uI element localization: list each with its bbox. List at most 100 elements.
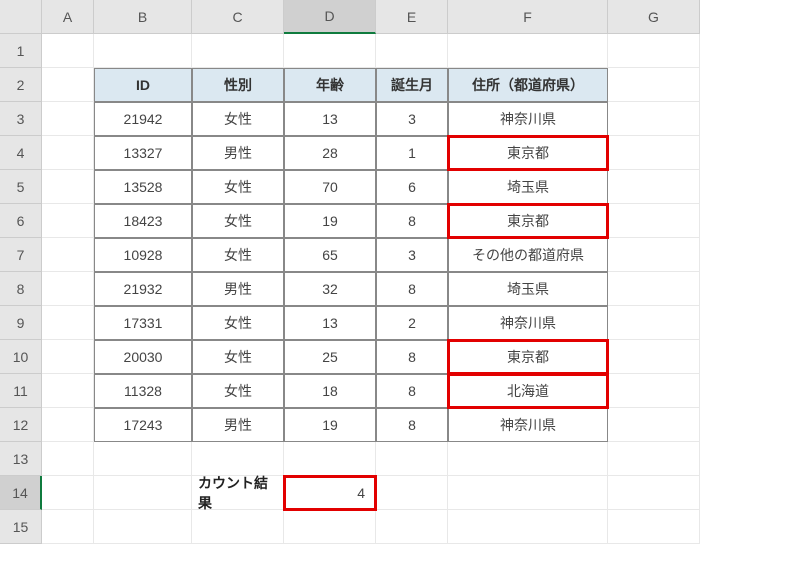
cell-month[interactable]: 8 [376,204,448,238]
col-header-D[interactable]: D [284,0,376,34]
cell-age[interactable]: 18 [284,374,376,408]
cell-address[interactable]: その他の都道府県 [448,238,608,272]
cell-address[interactable]: 神奈川県 [448,408,608,442]
col-header-C[interactable]: C [192,0,284,34]
cell-empty[interactable] [376,34,448,68]
col-header-E[interactable]: E [376,0,448,34]
cell-A4[interactable] [42,136,94,170]
cell-A14[interactable] [42,476,94,510]
cell-E14[interactable] [376,476,448,510]
cell-gender[interactable]: 女性 [192,102,284,136]
cell-address[interactable]: 東京都 [448,136,608,170]
cell-id[interactable]: 18423 [94,204,192,238]
cell-age[interactable]: 19 [284,408,376,442]
cell-gender[interactable]: 男性 [192,272,284,306]
cell-empty[interactable] [448,510,608,544]
cell-A5[interactable] [42,170,94,204]
cell-id[interactable]: 21942 [94,102,192,136]
cell-age[interactable]: 32 [284,272,376,306]
cell-empty[interactable] [376,442,448,476]
cell-id[interactable]: 17243 [94,408,192,442]
cell-A1[interactable] [42,34,94,68]
header-age[interactable]: 年齢 [284,68,376,102]
header-gender[interactable]: 性別 [192,68,284,102]
cell-G14[interactable] [608,476,700,510]
cell-address[interactable]: 神奈川県 [448,102,608,136]
cell-A10[interactable] [42,340,94,374]
cell-id[interactable]: 20030 [94,340,192,374]
cell-address[interactable]: 埼玉県 [448,272,608,306]
cell-empty[interactable] [448,442,608,476]
cell-address[interactable]: 埼玉県 [448,170,608,204]
cell-A12[interactable] [42,408,94,442]
cell-id[interactable]: 13327 [94,136,192,170]
row-header-14[interactable]: 14 [0,476,42,510]
cell-empty[interactable] [94,510,192,544]
cell-age[interactable]: 65 [284,238,376,272]
cell-address[interactable]: 神奈川県 [448,306,608,340]
cell-month[interactable]: 3 [376,238,448,272]
cell-A15[interactable] [42,510,94,544]
row-header-2[interactable]: 2 [0,68,42,102]
cell-gender[interactable]: 女性 [192,306,284,340]
cell-empty[interactable] [94,34,192,68]
cell-age[interactable]: 13 [284,102,376,136]
row-header-10[interactable]: 10 [0,340,42,374]
cell-A6[interactable] [42,204,94,238]
spreadsheet-grid[interactable]: ABCDEFG12ID性別年齢誕生月住所（都道府県）321942女性133神奈川… [0,0,800,544]
cell-month[interactable]: 8 [376,272,448,306]
cell-A11[interactable] [42,374,94,408]
cell-age[interactable]: 13 [284,306,376,340]
col-header-F[interactable]: F [448,0,608,34]
cell-G5[interactable] [608,170,700,204]
cell-address[interactable]: 北海道 [448,374,608,408]
cell-empty[interactable] [448,34,608,68]
cell-empty[interactable] [608,442,700,476]
cell-age[interactable]: 70 [284,170,376,204]
cell-A8[interactable] [42,272,94,306]
cell-G9[interactable] [608,306,700,340]
cell-gender[interactable]: 女性 [192,238,284,272]
result-value[interactable]: 4 [284,476,376,510]
cell-F14[interactable] [448,476,608,510]
row-header-4[interactable]: 4 [0,136,42,170]
cell-address[interactable]: 東京都 [448,340,608,374]
cell-G12[interactable] [608,408,700,442]
cell-empty[interactable] [608,510,700,544]
cell-G7[interactable] [608,238,700,272]
cell-month[interactable]: 1 [376,136,448,170]
row-header-5[interactable]: 5 [0,170,42,204]
cell-G3[interactable] [608,102,700,136]
cell-G4[interactable] [608,136,700,170]
cell-age[interactable]: 25 [284,340,376,374]
cell-empty[interactable] [284,442,376,476]
cell-address[interactable]: 東京都 [448,204,608,238]
row-header-6[interactable]: 6 [0,204,42,238]
col-header-A[interactable]: A [42,0,94,34]
cell-gender[interactable]: 男性 [192,136,284,170]
row-header-12[interactable]: 12 [0,408,42,442]
row-header-15[interactable]: 15 [0,510,42,544]
cell-month[interactable]: 8 [376,340,448,374]
row-header-3[interactable]: 3 [0,102,42,136]
cell-month[interactable]: 8 [376,374,448,408]
cell-A3[interactable] [42,102,94,136]
row-header-13[interactable]: 13 [0,442,42,476]
cell-empty[interactable] [94,442,192,476]
cell-A7[interactable] [42,238,94,272]
cell-id[interactable]: 21932 [94,272,192,306]
cell-month[interactable]: 3 [376,102,448,136]
cell-id[interactable]: 13528 [94,170,192,204]
row-header-7[interactable]: 7 [0,238,42,272]
cell-empty[interactable] [284,510,376,544]
cell-gender[interactable]: 女性 [192,204,284,238]
cell-month[interactable]: 6 [376,170,448,204]
header-month[interactable]: 誕生月 [376,68,448,102]
cell-age[interactable]: 28 [284,136,376,170]
col-header-G[interactable]: G [608,0,700,34]
cell-G10[interactable] [608,340,700,374]
cell-A13[interactable] [42,442,94,476]
cell-empty[interactable] [376,510,448,544]
cell-id[interactable]: 11328 [94,374,192,408]
cell-empty[interactable] [192,442,284,476]
